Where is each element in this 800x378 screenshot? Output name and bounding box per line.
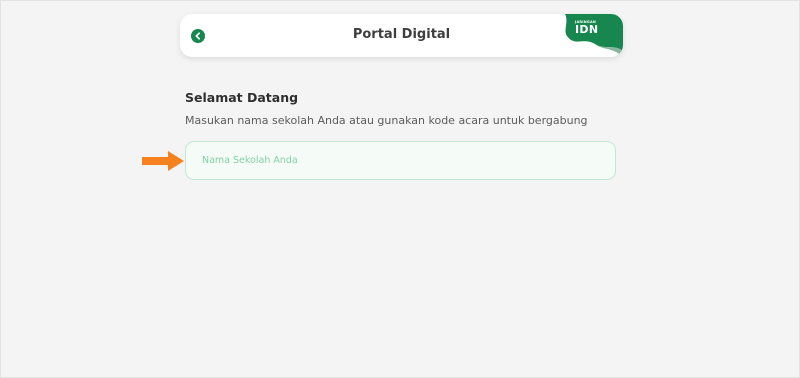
welcome-subtitle: Masukan nama sekolah Anda atau gunakan k… (185, 114, 588, 127)
arrow-right-icon (142, 151, 184, 171)
sparkle-icon (553, 14, 564, 25)
school-name-input[interactable] (185, 141, 616, 180)
brand-name: IDN (575, 23, 599, 36)
page-frame: Portal Digital JARINGAN IDN Selamat Data… (0, 0, 800, 378)
welcome-heading: Selamat Datang (185, 90, 299, 105)
app-header: Portal Digital JARINGAN IDN (180, 14, 623, 57)
brand-logo: JARINGAN IDN (553, 14, 623, 57)
